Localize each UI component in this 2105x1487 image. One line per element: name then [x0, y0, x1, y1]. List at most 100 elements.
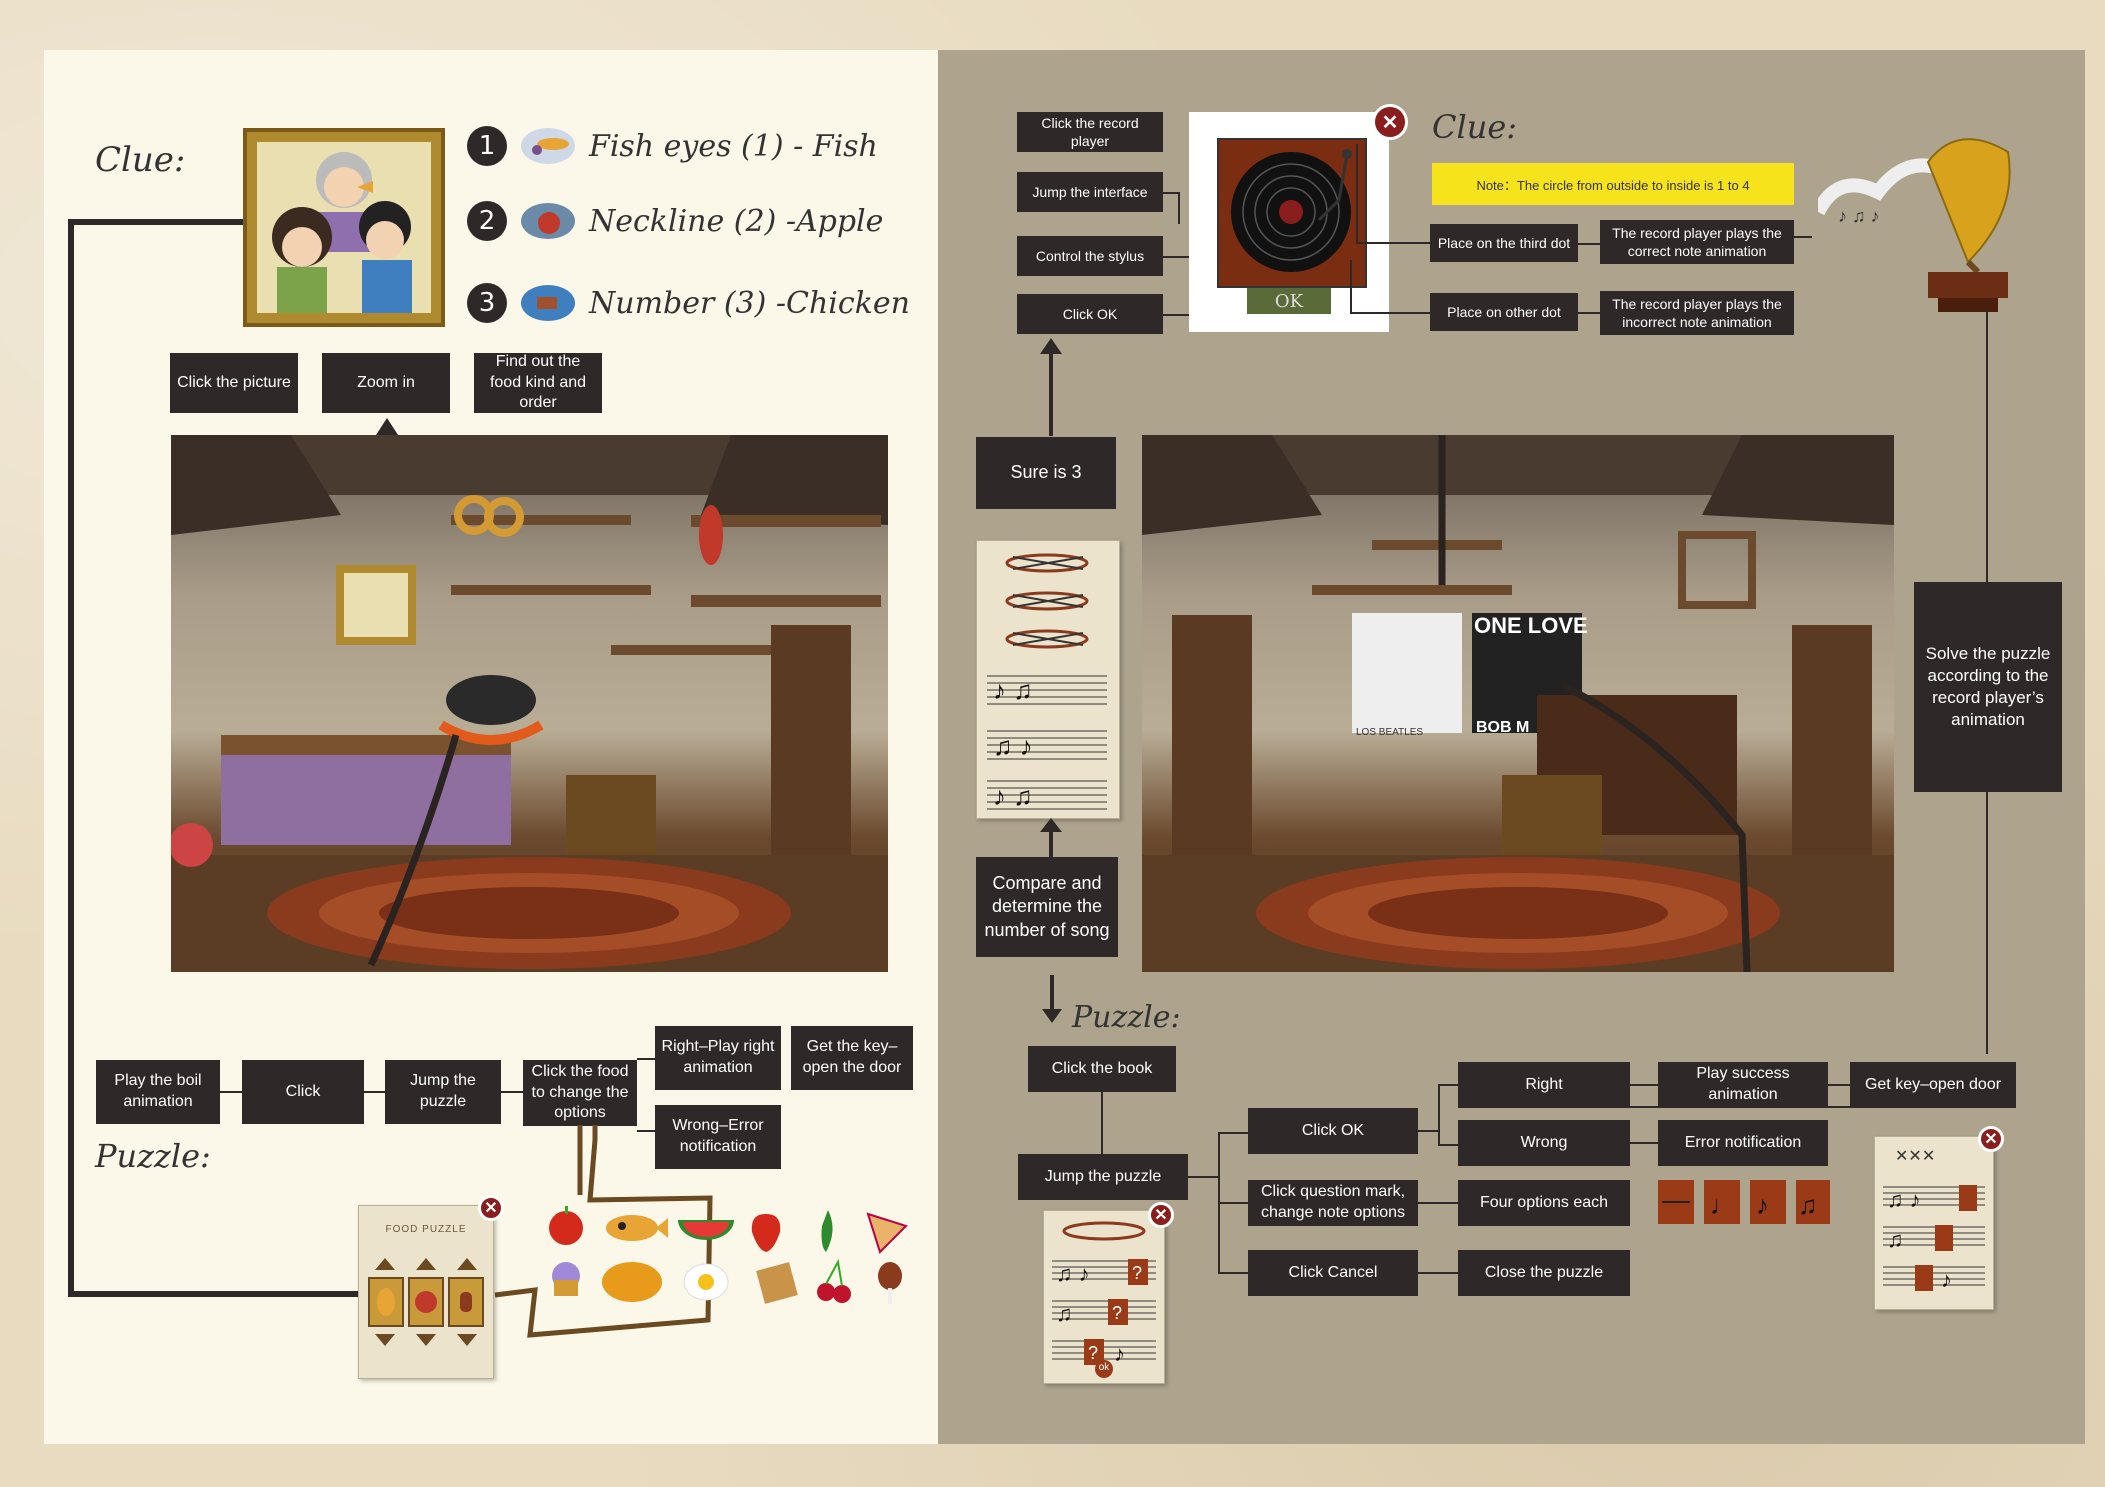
pepper-icon [821, 1210, 833, 1252]
connector [1356, 144, 1358, 244]
music-notes-icon: ♫ ♪? ♫? ? ♪ [1052, 1221, 1156, 1378]
strawberry-icon [751, 1214, 781, 1252]
click-question-mark-box: Click question mark, change note options [1248, 1180, 1418, 1226]
connector [1163, 192, 1179, 194]
pizza-icon [866, 1212, 908, 1254]
connector [501, 1091, 523, 1093]
click-box: Click [242, 1060, 364, 1124]
family-portrait-frame[interactable] [243, 128, 445, 327]
svg-text:♪ ♫: ♪ ♫ [993, 781, 1033, 811]
food-slots-icon [368, 1258, 484, 1346]
ok-button[interactable]: OK [1247, 288, 1331, 314]
connector [1438, 1084, 1458, 1086]
poster-los-beatles: LOS BEATLES [1356, 727, 1424, 738]
svg-text:♫: ♫ [1056, 1301, 1073, 1326]
svg-text:♪ ♫: ♪ ♫ [993, 675, 1033, 705]
up-arrow-icon [1040, 818, 1062, 858]
connector [1350, 260, 1352, 314]
clue-number-badge: 1 [467, 126, 507, 166]
connector [1350, 312, 1430, 314]
svg-text:♫ ♪: ♫ ♪ [1056, 1261, 1090, 1286]
get-key-box: Get the key–open the door [791, 1026, 913, 1090]
connector [1188, 1176, 1218, 1178]
music-room-scene: ONE LOVE BOB M LOS BEATLES [1142, 435, 1894, 972]
click-cancel-box: Click Cancel [1248, 1250, 1418, 1296]
up-arrow-icon [1040, 338, 1062, 436]
connector [637, 1058, 655, 1060]
svg-text:♫: ♫ [1887, 1227, 1904, 1252]
play-success-box: Play success animation [1658, 1062, 1828, 1108]
click-ok-box: Click OK [1248, 1108, 1418, 1154]
drumstick-icon [878, 1262, 902, 1304]
clue-text: Fish eyes (1) - Fish [589, 128, 878, 164]
connector [1438, 1144, 1458, 1146]
connector [364, 1091, 385, 1093]
place-other-dot-box: Place on other dot [1430, 293, 1578, 331]
get-key-box: Get key–open door [1850, 1062, 2016, 1108]
egg-icon [683, 1263, 729, 1301]
close-icon[interactable]: ✕ [478, 1195, 504, 1221]
svg-text:♪ ♫ ♪: ♪ ♫ ♪ [1838, 206, 1880, 226]
left-puzzle-heading: Puzzle: [95, 1137, 211, 1175]
close-icon[interactable]: ✕ [1372, 104, 1408, 140]
close-icon[interactable]: ✕ [1978, 1126, 2004, 1152]
cherry-icon [817, 1258, 851, 1303]
music-notes-icon: ✕✕✕ ♫ ♪ ♫ ♪ [1883, 1148, 1985, 1292]
svg-text:?: ? [1088, 1343, 1098, 1363]
connector [1794, 236, 1812, 238]
svg-text:?: ? [1112, 1303, 1122, 1323]
connector [1163, 314, 1189, 316]
jump-puzzle-box: Jump the puzzle [1018, 1154, 1188, 1200]
four-options-box: Four options each [1458, 1180, 1630, 1226]
connector [1218, 1132, 1248, 1134]
clue-item-1: 1 Fish eyes (1) - Fish [467, 126, 878, 166]
apple-icon [549, 1206, 583, 1245]
food-puzzle-card[interactable]: FOOD PUZZLE [358, 1205, 494, 1379]
connector [1438, 1084, 1440, 1146]
connector [1578, 243, 1600, 245]
pumpkin-icon [602, 1262, 662, 1302]
correct-note-animation-box: The record player plays the correct note… [1600, 220, 1794, 264]
note-option-tiles: ♩ ♪ ♫ [1658, 1180, 1830, 1224]
clue-item-3: 3 Number (3) -Chicken [467, 283, 910, 323]
clue-number-badge: 2 [467, 201, 507, 241]
record-player-popup: OK [1189, 112, 1389, 332]
connector [1578, 312, 1600, 314]
incorrect-note-animation-box: The record player plays the incorrect no… [1600, 291, 1794, 335]
clue-item-2: 2 Neckline (2) -Apple [467, 201, 883, 241]
clue-text: Number (3) -Chicken [589, 285, 910, 321]
svg-text:♫: ♫ [1798, 1190, 1818, 1220]
right-box: Right [1458, 1062, 1630, 1108]
right-clue-heading: Clue: [1432, 108, 1518, 146]
number-chicken-icon [521, 285, 575, 321]
bread-icon [756, 1262, 798, 1304]
left-connector-top [70, 219, 245, 225]
poster-one-love: ONE LOVE [1474, 613, 1588, 638]
wrong-box: Wrong [1458, 1120, 1630, 1166]
clue-number-badge: 3 [467, 283, 507, 323]
clue-text: Neckline (2) -Apple [589, 203, 884, 239]
left-connector-bottom [68, 1291, 360, 1297]
zoom-in-box: Zoom in [322, 353, 450, 413]
connector [1986, 792, 1988, 1054]
vinyl-record-icon [1231, 149, 1352, 272]
kitchen-scene [171, 435, 888, 972]
svg-text:♪: ♪ [1756, 1190, 1769, 1220]
connector [1101, 1092, 1103, 1154]
ok-button[interactable]: ok [1095, 1362, 1113, 1373]
svg-text:♫ ♪: ♫ ♪ [993, 731, 1033, 761]
connector [1418, 1130, 1438, 1132]
close-icon[interactable]: ✕ [1148, 1202, 1174, 1228]
music-puzzle-card[interactable]: ♫ ♪? ♫? ? ♪ ok [1043, 1210, 1165, 1384]
jump-interface-box: Jump the interface [1017, 172, 1163, 212]
connector [1418, 1202, 1458, 1204]
find-food-box: Find out the food kind and order [474, 353, 602, 413]
svg-text:?: ? [1132, 1263, 1142, 1283]
solve-puzzle-box: Solve the puzzle according to the record… [1914, 582, 2062, 792]
connector [1986, 310, 1988, 582]
food-options [549, 1206, 908, 1304]
food-puzzle-title: FOOD PUZZLE [385, 1224, 467, 1235]
connector [1356, 242, 1430, 244]
family-portrait-icon [272, 152, 412, 313]
solved-puzzle-card: ✕✕✕ ♫ ♪ ♫ ♪ [1874, 1136, 1994, 1310]
